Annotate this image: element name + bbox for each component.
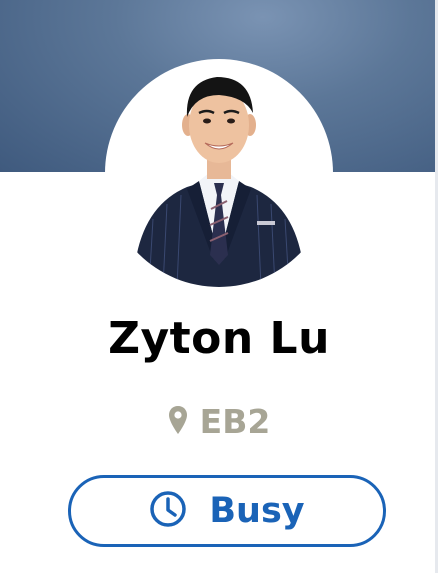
- avatar-photo: [133, 77, 305, 287]
- location-row: EB2: [0, 402, 438, 441]
- location-label: EB2: [199, 402, 271, 441]
- profile-card: Zyton Lu EB2 Busy: [0, 0, 438, 573]
- status-label: Busy: [209, 491, 305, 531]
- clock-icon: [149, 490, 187, 532]
- avatar: [105, 59, 333, 287]
- profile-name: Zyton Lu: [108, 313, 330, 364]
- status-button[interactable]: Busy: [68, 475, 386, 547]
- map-pin-icon: [168, 405, 188, 439]
